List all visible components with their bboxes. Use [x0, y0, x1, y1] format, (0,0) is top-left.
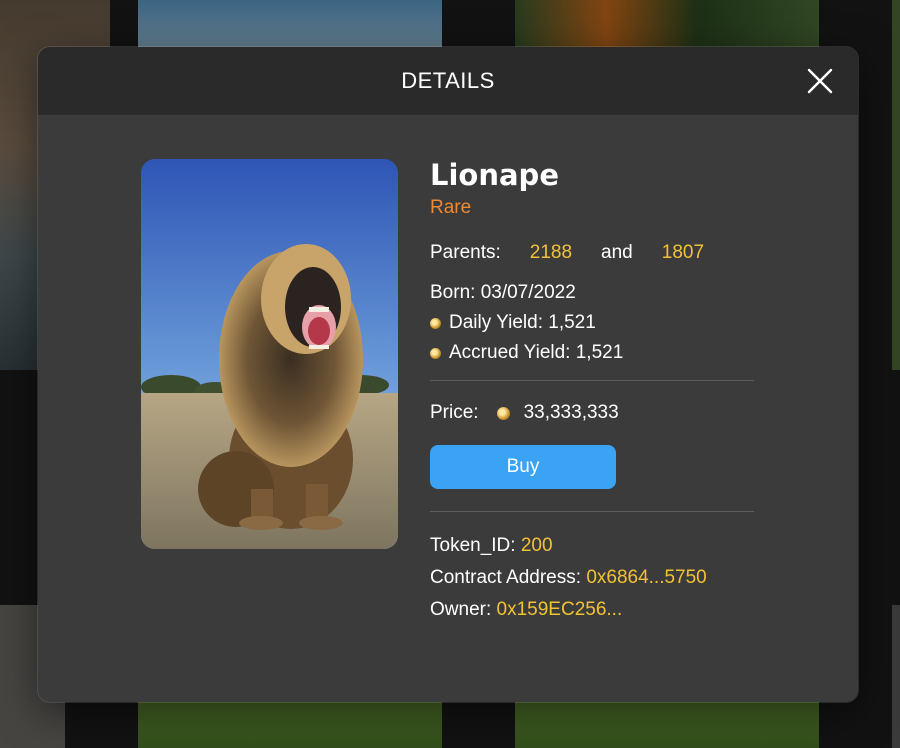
parents-row: Parents: 2188 and 1807 — [430, 242, 754, 264]
contract-address-link[interactable]: 0x6864...5750 — [586, 567, 706, 588]
modal-header: DETAILS — [38, 47, 858, 115]
coin-icon — [496, 406, 510, 420]
accrued-yield: Accrued Yield: 1,521 — [449, 342, 624, 363]
price-label: Price: — [430, 402, 479, 423]
token-id-row: Token_ID: 200 — [430, 535, 754, 557]
nft-rarity: Rare — [430, 197, 472, 218]
lionape-illustration — [141, 159, 398, 549]
buy-button[interactable]: Buy — [430, 445, 616, 489]
modal-title: DETAILS — [401, 68, 495, 93]
token-id-label: Token_ID: — [430, 535, 516, 556]
nft-image — [141, 159, 398, 549]
parent-link-1[interactable]: 2188 — [530, 242, 572, 264]
parent-link-2[interactable]: 1807 — [662, 242, 704, 264]
daily-yield: Daily Yield: 1,521 — [449, 312, 596, 333]
price-row: Price: 33,333,333 — [430, 402, 754, 424]
price-value: 33,333,333 — [523, 402, 619, 423]
details-modal: DETAILS Lionape Rare Parents: 2188 and 1… — [38, 47, 858, 702]
parents-and: and — [601, 242, 633, 263]
nft-info: Lionape Rare Parents: 2188 and 1807 Born… — [430, 159, 754, 621]
owner-row: Owner: 0x159EC256... — [430, 599, 754, 621]
parents-label: Parents: — [430, 242, 501, 263]
background-gallery-tile-grass-1 — [138, 700, 442, 748]
owner-label: Owner: — [430, 599, 492, 620]
daily-yield-row: Daily Yield: 1,521 — [430, 312, 754, 334]
background-gallery-tile-right — [892, 0, 900, 370]
background-gallery-tile-bottom-right — [892, 605, 900, 748]
owner-link[interactable]: 0x159EC256... — [497, 599, 623, 620]
divider-1 — [430, 380, 754, 381]
close-button[interactable] — [806, 67, 834, 95]
contract-address-label: Contract Address: — [430, 567, 582, 588]
close-icon — [807, 68, 833, 94]
divider-2 — [430, 511, 754, 512]
contract-address-row: Contract Address: 0x6864...5750 — [430, 567, 754, 589]
accrued-yield-row: Accrued Yield: 1,521 — [430, 342, 754, 364]
coin-icon — [430, 347, 441, 359]
nft-name: Lionape — [430, 158, 559, 192]
token-id-value: 200 — [520, 535, 553, 556]
background-gallery-tile-grass-2 — [515, 700, 819, 748]
born-date: Born: 03/07/2022 — [430, 282, 576, 303]
coin-icon — [430, 317, 441, 329]
